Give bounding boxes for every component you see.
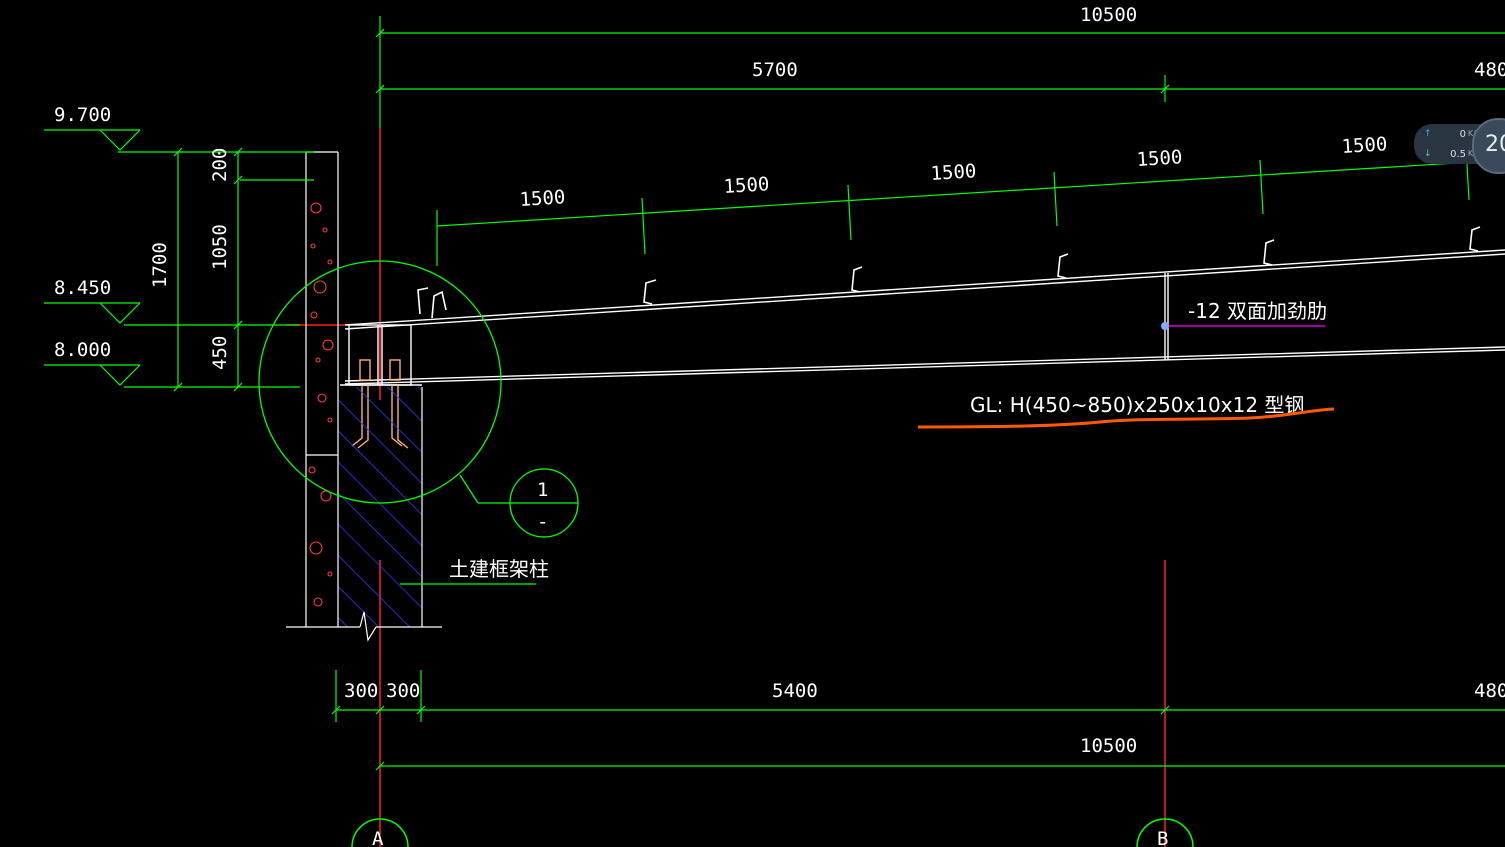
- dim-span-right-top: 480: [1474, 59, 1505, 81]
- up-arrow-icon: ↑: [1424, 129, 1432, 139]
- dim-col-left: 300: [344, 680, 378, 702]
- detail-number: 1: [537, 479, 548, 501]
- vdim-200: 200: [209, 148, 231, 182]
- dim-span-right-bottom: 480: [1474, 680, 1505, 702]
- dim-purlin-1: 1500: [519, 186, 566, 211]
- elevation-9700: 9.700: [54, 104, 111, 126]
- dim-span-left-top: 5700: [752, 59, 798, 81]
- vdim-1050: 1050: [209, 224, 231, 270]
- axis-label-a: A: [372, 828, 384, 847]
- stiffener-label: -12 双面加劲肋: [1188, 299, 1327, 323]
- upload-speed: 0: [1459, 129, 1466, 140]
- detail-sheet: -: [537, 511, 548, 533]
- column-label: 土建框架柱: [449, 557, 549, 581]
- badge-value: 20: [1485, 132, 1505, 157]
- bottom-dimensions: [331, 670, 1505, 771]
- steel-beam: [340, 249, 1505, 386]
- dim-overall-bottom: 10500: [1080, 735, 1137, 757]
- dim-purlin-3: 1500: [930, 160, 977, 185]
- elevation-8000: 8.000: [54, 339, 111, 361]
- axis-label-b: B: [1157, 828, 1168, 847]
- vdim-450: 450: [209, 336, 231, 370]
- down-arrow-icon: ↓: [1424, 149, 1432, 159]
- concrete-column: [286, 151, 442, 642]
- cad-drawing[interactable]: A B 10500 5700 480 1500 1500 1500 1500 1…: [0, 0, 1505, 847]
- download-speed: 0.5: [1450, 149, 1466, 160]
- vdim-1700: 1700: [149, 242, 171, 288]
- dim-purlin-2: 1500: [723, 173, 770, 198]
- top-dimensions: [375, 16, 1505, 266]
- dim-col-right: 300: [386, 680, 420, 702]
- dim-purlin-5: 1500: [1341, 133, 1388, 158]
- beam-label: GL: H(450~850)x250x10x12 型钢: [970, 393, 1304, 417]
- dim-purlin-4: 1500: [1136, 146, 1183, 171]
- elevation-8450: 8.450: [54, 277, 111, 299]
- dim-span-left-bottom: 5400: [772, 680, 818, 702]
- stiffener-leader: [1161, 322, 1325, 330]
- dim-overall-top: 10500: [1080, 4, 1137, 26]
